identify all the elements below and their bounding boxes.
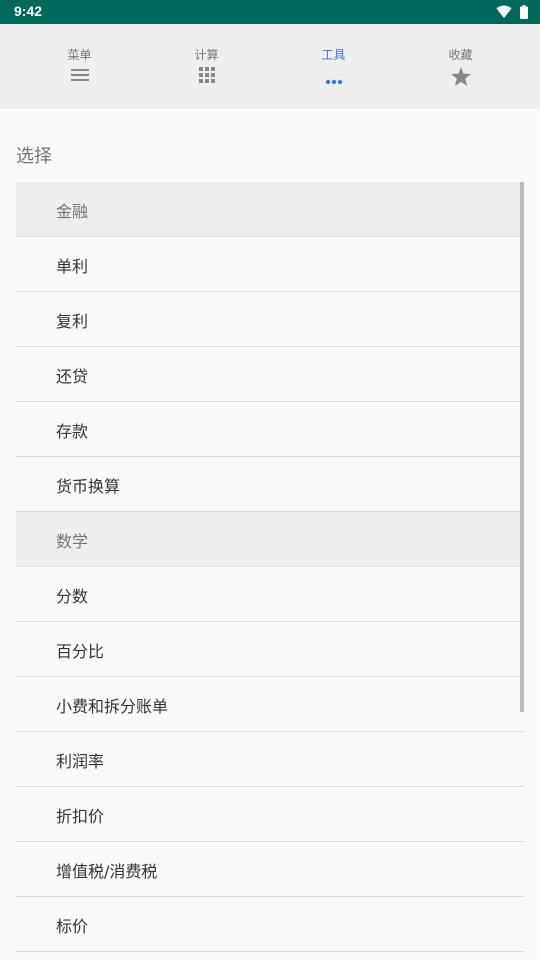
list-item-simple-interest[interactable]: 单利 — [16, 237, 524, 292]
star-icon — [450, 67, 471, 90]
menu-icon — [70, 67, 89, 86]
category-math: 数学 — [16, 512, 524, 567]
tab-label: 工具 — [321, 48, 346, 62]
grid-icon — [198, 67, 215, 87]
list-item-percentage[interactable]: 百分比 — [16, 622, 524, 677]
status-bar: 9:42 — [0, 0, 540, 24]
tab-label: 菜单 — [67, 48, 92, 62]
list-item-label: 增值税/消费税 — [56, 862, 158, 881]
tool-list: 金融 单利 复利 还贷 存款 货币换算 数学 分数 百分比 小费和拆分账单 利润… — [16, 182, 524, 952]
list-item-label: 百分比 — [56, 642, 105, 661]
list-item-profit-margin[interactable]: 利润率 — [16, 732, 524, 787]
wifi-icon — [496, 4, 512, 23]
tab-tools[interactable]: 工具 — [270, 24, 397, 109]
list-item-label: 折扣价 — [56, 807, 105, 826]
tab-label: 计算 — [194, 48, 219, 62]
status-time: 9:42 — [14, 3, 43, 19]
list-item-loan[interactable]: 还贷 — [16, 347, 524, 402]
page-title: 选择 — [16, 146, 52, 167]
list-item-label: 小费和拆分账单 — [56, 697, 169, 716]
tab-bar: 菜单 计算 工具 收藏 — [0, 24, 540, 109]
scrollbar[interactable] — [520, 182, 524, 712]
more-dots-icon — [325, 70, 343, 89]
category-finance: 金融 — [16, 182, 524, 237]
tab-calculate[interactable]: 计算 — [143, 24, 270, 109]
list-item-currency-conversion[interactable]: 货币换算 — [16, 457, 524, 512]
tab-favorites[interactable]: 收藏 — [397, 24, 524, 109]
list-item-fraction[interactable]: 分数 — [16, 567, 524, 622]
list-item-label: 标价 — [56, 917, 89, 936]
list-item-label: 数学 — [56, 532, 89, 551]
tab-label: 收藏 — [448, 48, 473, 62]
list-item-vat-sales-tax[interactable]: 增值税/消费税 — [16, 842, 524, 897]
battery-icon — [520, 4, 528, 23]
list-item-label: 利润率 — [56, 752, 105, 771]
list-item-label: 单利 — [56, 257, 89, 276]
list-item-markup-price[interactable]: 标价 — [16, 897, 524, 952]
list-item-label: 金融 — [56, 202, 89, 221]
list-item-label: 复利 — [56, 312, 89, 331]
list-item-tip-split-bill[interactable]: 小费和拆分账单 — [16, 677, 524, 732]
list-item-label: 货币换算 — [56, 477, 121, 496]
list-item-label: 还贷 — [56, 367, 89, 386]
list-item-compound-interest[interactable]: 复利 — [16, 292, 524, 347]
list-item-label: 存款 — [56, 422, 89, 441]
status-icons — [496, 4, 528, 23]
tab-menu[interactable]: 菜单 — [16, 24, 143, 109]
list-item-deposit[interactable]: 存款 — [16, 402, 524, 457]
list-item-discount-price[interactable]: 折扣价 — [16, 787, 524, 842]
list-item-label: 分数 — [56, 587, 89, 606]
